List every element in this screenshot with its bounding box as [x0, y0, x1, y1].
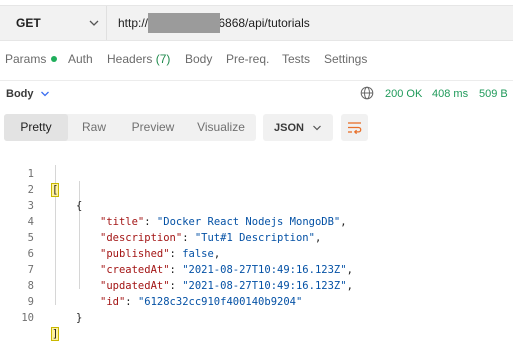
response-time[interactable]: 408 ms — [432, 88, 468, 100]
tab-tests[interactable]: Tests — [282, 52, 310, 66]
response-bar: Body 200 OK 408 ms 509 B — [0, 80, 513, 105]
line-number: 10 — [21, 312, 34, 324]
response-code-viewer[interactable]: 1 [ 2 { 3 "title": "Docker React Nodejs … — [0, 148, 513, 341]
view-visualize-button[interactable]: Visualize — [186, 114, 256, 141]
tab-prereq[interactable]: Pre-req. — [226, 52, 269, 66]
url-bar: GET http:// :6868/api/tutorials — [0, 5, 513, 41]
code-text: } — [76, 310, 82, 326]
tab-auth[interactable]: Auth — [68, 52, 93, 66]
close-brace: } — [76, 312, 83, 324]
format-select[interactable]: JSON — [263, 114, 333, 141]
code-line: 4 "description": "Tut#1 Description", — [0, 198, 513, 244]
wrap-lines-icon — [348, 122, 362, 135]
view-pretty-button[interactable]: Pretty — [4, 114, 68, 141]
response-size[interactable]: 509 B — [479, 88, 508, 100]
code-line: 1 [ — [0, 150, 513, 197]
headers-count: (7) — [155, 52, 171, 66]
tab-settings[interactable]: Settings — [324, 52, 367, 66]
method-label: GET — [16, 16, 41, 30]
view-preview-button[interactable]: Preview — [120, 114, 186, 141]
method-select[interactable]: GET — [0, 6, 107, 40]
tab-headers[interactable]: Headers (7) — [107, 52, 170, 66]
view-raw-button[interactable]: Raw — [68, 114, 120, 141]
format-label: JSON — [274, 122, 304, 134]
chevron-down-icon[interactable] — [40, 89, 50, 99]
code-line: 8 "id": "6128c32cc910f400140b9204" — [0, 262, 513, 308]
chevron-down-icon — [313, 125, 321, 131]
code-line: 7 "updatedAt": "2021-08-27T10:49:16.123Z… — [0, 246, 513, 292]
url-suffix: :6868/api/tutorials — [215, 16, 310, 30]
view-mode-toggle: Pretty Raw Preview Visualize — [4, 114, 256, 141]
code-line: 2 { — [0, 166, 513, 212]
code-text: ] — [50, 326, 60, 342]
params-active-dot — [51, 56, 58, 62]
request-tabs: Params Auth Headers (7) Body Pre-req. Te… — [0, 52, 513, 70]
code-line: 10 ] — [0, 294, 513, 341]
code-line: 6 "createdAt": "2021-08-27T10:49:16.123Z… — [0, 230, 513, 276]
code-line: 5 "published": false, — [0, 214, 513, 260]
tab-params[interactable]: Params — [5, 52, 58, 66]
tab-body[interactable]: Body — [185, 52, 212, 66]
response-body-label[interactable]: Body — [6, 88, 34, 100]
tab-headers-label: Headers — [107, 52, 153, 66]
code-line: 9 } — [0, 278, 513, 324]
close-bracket: ] — [50, 327, 60, 341]
redacted-host — [148, 13, 220, 33]
chevron-down-icon — [89, 20, 99, 26]
code-line: 3 "title": "Docker React Nodejs MongoDB"… — [0, 182, 513, 228]
globe-icon[interactable] — [360, 86, 374, 100]
tab-params-label: Params — [5, 52, 47, 66]
url-prefix: http:// — [118, 16, 149, 30]
response-status[interactable]: 200 OK — [385, 88, 422, 100]
wrap-lines-button[interactable] — [341, 114, 368, 141]
